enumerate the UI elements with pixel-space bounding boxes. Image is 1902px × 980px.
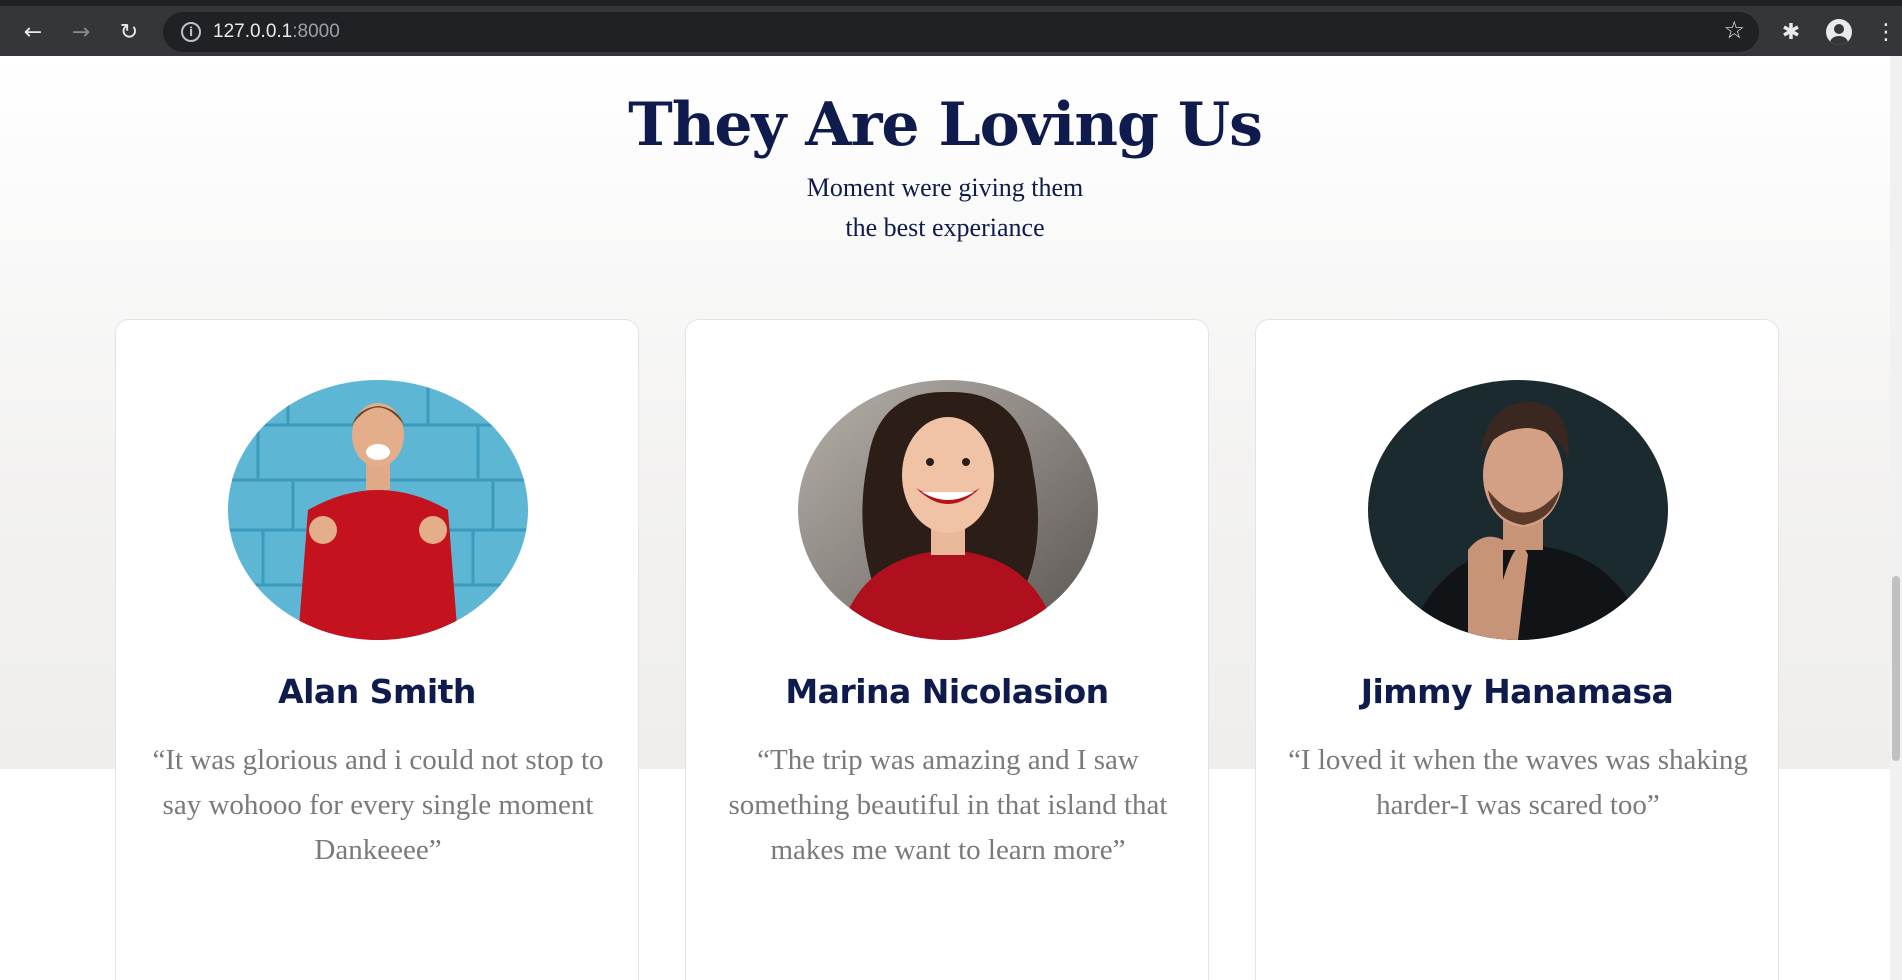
browser-toolbar: ← → ↻ i 127.0.0.1:8000 ☆ ✱ ⋮ — [0, 0, 1902, 56]
puzzle-icon[interactable]: ✱ — [1775, 16, 1807, 48]
testimonial-card: Marina Nicolasion “The trip was amazing … — [685, 319, 1209, 980]
section-title: They Are Loving Us — [628, 90, 1263, 160]
testimonial-card: Alan Smith “It was glorious and i could … — [115, 319, 639, 980]
testimonial-quote: “The trip was amazing and I saw somethin… — [728, 744, 1168, 866]
section-subtitle-line2: the best experiance — [845, 213, 1045, 242]
url-text[interactable]: 127.0.0.1:8000 — [213, 21, 340, 43]
avatar — [1368, 380, 1668, 640]
info-icon[interactable]: i — [181, 22, 201, 42]
reload-icon[interactable]: ↻ — [113, 16, 145, 48]
address-bar[interactable]: i 127.0.0.1:8000 ☆ — [163, 12, 1759, 52]
back-arrow-icon[interactable]: ← — [17, 16, 49, 48]
page-scrollbar[interactable] — [1890, 56, 1902, 980]
testimonial-name: Marina Nicolasion — [785, 672, 1109, 711]
testimonial-name: Jimmy Hanamasa — [1360, 672, 1674, 711]
testimonial-quote: “It was glorious and i could not stop to… — [152, 744, 604, 866]
forward-arrow-icon[interactable]: → — [65, 16, 97, 48]
profile-icon[interactable] — [1823, 16, 1855, 48]
testimonial-name: Alan Smith — [278, 672, 476, 711]
star-icon[interactable]: ☆ — [1723, 16, 1745, 44]
testimonial-card: Jimmy Hanamasa “I loved it when the wave… — [1255, 319, 1779, 980]
testimonial-quote: “I loved it when the waves was shaking h… — [1288, 744, 1748, 821]
kebab-menu-icon[interactable]: ⋮ — [1870, 16, 1902, 48]
avatar — [228, 380, 528, 640]
section-subtitle-line1: Moment were giving them — [806, 173, 1084, 202]
page-viewport: They Are Loving Us Moment were giving th… — [0, 56, 1902, 980]
avatar — [798, 380, 1098, 640]
scrollbar-thumb[interactable] — [1892, 576, 1900, 761]
